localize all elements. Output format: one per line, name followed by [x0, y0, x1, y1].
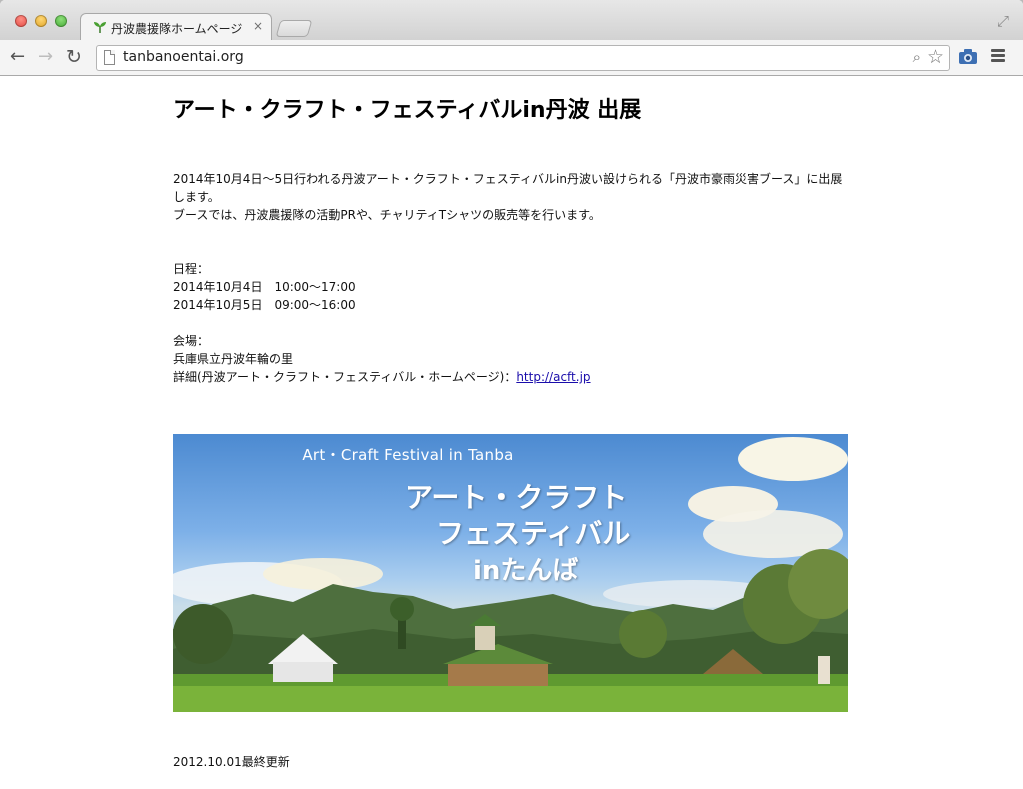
fullscreen-icon[interactable]: ⤢ — [997, 12, 1009, 30]
banner-japanese-title-line1: アート・クラフト — [405, 481, 628, 514]
page-title: アート・クラフト・フェスティバルin丹波 出展 — [173, 98, 642, 123]
details-link[interactable]: http://acft.jp — [516, 370, 590, 384]
menu-hamburger-icon[interactable] — [991, 49, 1005, 64]
magnifier-icon[interactable]: ⌕ — [913, 48, 921, 66]
minimize-window-button[interactable] — [35, 15, 47, 27]
bookmark-star-icon[interactable]: ☆ — [927, 46, 944, 68]
camera-extension-icon[interactable] — [958, 48, 978, 65]
sprout-icon — [94, 22, 106, 33]
browser-window: 丹波農援隊ホームページ × ⤢ ← → ↻ tanbanoentai.org ⌕… — [0, 0, 1023, 789]
address-bar[interactable]: tanbanoentai.org ⌕ ☆ — [96, 45, 950, 71]
venue-name: 兵庫県立丹波年輪の里 — [173, 352, 294, 366]
details-prefix: 詳細(丹波アート・クラフト・フェスティバル・ホームページ)： — [173, 370, 517, 384]
tab-close-icon[interactable]: × — [253, 19, 263, 33]
reload-icon[interactable]: ↻ — [66, 47, 82, 67]
zoom-window-button[interactable] — [55, 15, 67, 27]
festival-banner-image: Art・Craft Festival in Tanba アート・クラフト フェス… — [173, 434, 848, 712]
close-window-button[interactable] — [15, 15, 27, 27]
back-arrow-icon[interactable]: ← — [10, 47, 25, 67]
banner-english-title: Art・Craft Festival in Tanba — [302, 446, 514, 464]
url-text[interactable]: tanbanoentai.org — [123, 49, 244, 65]
booth-text: ブースでは、丹波農援隊の活動PRや、チャリティTシャツの販売等を行います。 — [173, 208, 601, 222]
tab-title: 丹波農援隊ホームページ — [111, 22, 243, 36]
tab-strip: 丹波農援隊ホームページ × ⤢ — [0, 0, 1023, 41]
page-viewport: アート・クラフト・フェスティバルin丹波 出展 2014年10月4日〜5日行われ… — [5, 76, 1017, 789]
venue-label: 会場： — [173, 334, 210, 348]
schedule-day-2: 2014年10月5日 09:00〜16:00 — [173, 298, 356, 312]
toolbar: ← → ↻ tanbanoentai.org ⌕ ☆ — [0, 40, 1023, 76]
forward-arrow-icon[interactable]: → — [38, 47, 53, 67]
page-icon — [104, 50, 115, 65]
banner-japanese-title-line3: inたんば — [473, 556, 579, 586]
tab-active[interactable]: 丹波農援隊ホームページ × — [80, 13, 272, 41]
schedule-label: 日程： — [173, 262, 210, 276]
banner-japanese-title-line2: フェスティバル — [436, 517, 631, 550]
new-tab-button[interactable] — [275, 20, 313, 37]
last-updated-text: 2012.10.01最終更新 — [173, 755, 290, 769]
intro-text: 2014年10月4日〜5日行われる丹波アート・クラフト・フェスティバルin丹波い… — [173, 172, 843, 204]
schedule-day-1: 2014年10月4日 10:00〜17:00 — [173, 280, 356, 294]
details-line: 詳細(丹波アート・クラフト・フェスティバル・ホームページ)：http://acf… — [173, 368, 853, 386]
